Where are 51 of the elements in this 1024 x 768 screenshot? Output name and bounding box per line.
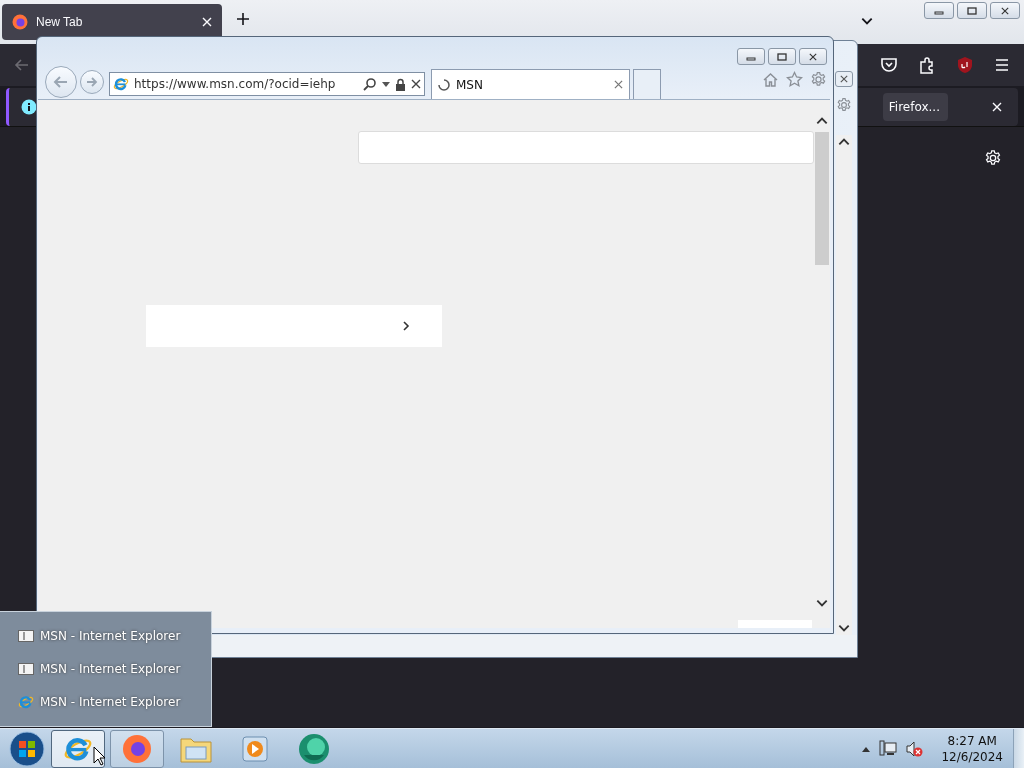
pocket-icon[interactable]	[880, 56, 898, 74]
restore-icon	[967, 6, 977, 15]
chevron-right-icon	[400, 320, 412, 332]
menu-icon[interactable]	[994, 57, 1010, 73]
firefox-logo-icon	[122, 733, 152, 764]
close-icon	[1001, 6, 1009, 15]
minimize-button[interactable]	[924, 2, 954, 19]
window-icon	[18, 662, 34, 676]
scrollbar-thumb[interactable]	[815, 132, 829, 265]
browser-logo-icon	[18, 694, 34, 710]
search-icon[interactable]	[363, 77, 377, 91]
maximize-button[interactable]	[768, 48, 796, 65]
browser-tab[interactable]: MSN	[431, 69, 630, 99]
close-icon	[809, 52, 817, 61]
scrollbar[interactable]	[836, 135, 852, 635]
clock[interactable]: 8:27 AM 12/6/2024	[941, 733, 1003, 764]
browser-logo-icon	[113, 76, 129, 92]
start-orb-icon[interactable]	[9, 730, 45, 767]
settings-icon[interactable]	[984, 149, 1002, 167]
back-arrow-icon	[14, 57, 30, 73]
notification-button[interactable]: Firefox...	[882, 93, 948, 121]
new-tab-button[interactable]	[236, 12, 250, 26]
minimize-button[interactable]	[737, 48, 765, 65]
home-icon[interactable]	[762, 70, 779, 88]
back-button[interactable]	[45, 66, 77, 98]
stop-icon[interactable]	[411, 79, 421, 89]
browser-tab[interactable]: New Tab	[2, 4, 222, 40]
search-field[interactable]	[358, 131, 814, 164]
cursor-icon	[93, 746, 107, 766]
taskbar-button[interactable]	[110, 729, 164, 768]
firefox-logo-icon	[12, 14, 28, 30]
star-icon[interactable]	[786, 70, 803, 88]
app-icon	[298, 732, 330, 765]
address-bar[interactable]: https://www.msn.com/?ocid=iehp	[109, 72, 425, 96]
puzzle-icon[interactable]	[918, 56, 936, 74]
shield-icon[interactable]	[956, 56, 974, 74]
close-button[interactable]	[835, 71, 853, 87]
forward-button[interactable]	[80, 70, 104, 94]
media-player-icon	[241, 734, 269, 763]
info-icon	[21, 99, 37, 115]
forward-arrow-icon	[85, 75, 99, 89]
close-icon	[840, 75, 848, 83]
window-icon	[18, 629, 34, 643]
close-button[interactable]	[990, 2, 1020, 19]
speaker-muted-icon[interactable]	[905, 739, 924, 758]
close-button[interactable]	[799, 48, 827, 65]
maximize-icon	[777, 52, 787, 61]
restore-button[interactable]	[957, 2, 987, 19]
network-icon[interactable]	[879, 739, 898, 758]
lock-icon	[395, 77, 406, 91]
plus-icon	[236, 12, 250, 26]
